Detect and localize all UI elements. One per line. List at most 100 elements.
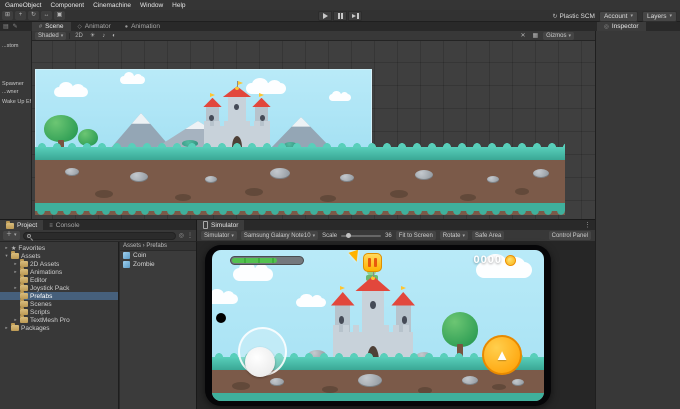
castle-roof — [222, 86, 252, 98]
plastic-scm-button[interactable]: ↻ Plastic SCM — [553, 13, 595, 20]
rotate-dropdown[interactable]: Rotate ▾ — [439, 231, 468, 240]
foldout-arrow-icon[interactable] — [13, 285, 18, 291]
scale-tool-icon[interactable]: ↔ — [41, 11, 52, 20]
menu-component[interactable]: Component — [51, 2, 85, 9]
more-icon[interactable]: ⋮ — [187, 232, 193, 239]
pause-game-button[interactable] — [363, 253, 382, 272]
dock-tab-row: ▤ ✎ # Scene ◇ Animator ● Animation ◎ Inspect… — [0, 22, 680, 31]
close-icon[interactable]: ✕ — [518, 32, 527, 40]
project-toolbar: ＋ ▾ ◎ ⋮ — [0, 230, 196, 242]
chevron-down-icon: ▾ — [14, 232, 17, 238]
tab-scene[interactable]: # Scene — [32, 22, 71, 31]
rect-tool-icon[interactable]: ▣ — [54, 11, 65, 20]
menu-gameobject[interactable]: GameObject — [5, 2, 42, 9]
slider-thumb[interactable] — [346, 232, 352, 238]
pause-button[interactable] — [333, 11, 347, 21]
device-frame: 0000 ▲ — [205, 245, 551, 406]
folder-icon — [6, 220, 14, 229]
project-folder-tree: ★ Favorites Assets 2D Assets Animations … — [0, 242, 118, 409]
gizmos-dropdown[interactable]: Gizmos ▾ — [543, 31, 574, 40]
foldout-arrow-icon[interactable] — [4, 325, 9, 331]
tree-row-textmesh-pro[interactable]: TextMesh Pro — [0, 315, 118, 324]
shading-mode-dropdown[interactable]: Shaded ▾ — [35, 31, 67, 40]
castle — [203, 80, 271, 149]
foldout-arrow-icon[interactable] — [4, 245, 9, 251]
asset-row-zombie[interactable]: Zombie — [120, 260, 196, 269]
tab-animator[interactable]: ◇ Animator — [71, 22, 118, 31]
step-icon — [351, 14, 356, 18]
tree-row-animations[interactable]: Animations — [0, 267, 118, 276]
create-asset-dropdown[interactable]: ＋ ▾ — [3, 231, 20, 240]
step-button[interactable] — [348, 11, 362, 21]
audio-toggle-icon[interactable]: ♪ — [100, 32, 107, 40]
tree-row-prefabs[interactable]: Prefabs — [0, 291, 118, 300]
tree-row-assets[interactable]: Assets — [0, 251, 118, 260]
rotate-tool-icon[interactable]: ↻ — [28, 11, 39, 20]
joystick-knob[interactable] — [245, 347, 275, 377]
account-dropdown[interactable]: Account ▾ — [598, 10, 638, 22]
camera-punch-hole — [216, 313, 226, 323]
menu-window[interactable]: Window — [140, 2, 163, 9]
view-mode-dropdown[interactable]: Simulator ▾ — [201, 231, 237, 240]
hierarchy-item[interactable]: Spawner — [2, 81, 24, 87]
lighting-toggle-icon[interactable]: ☀ — [88, 32, 97, 40]
edit-icon[interactable]: ✎ — [13, 23, 18, 30]
grid-snap-icon[interactable]: ⊞ — [2, 11, 13, 20]
menu-cinemachine[interactable]: Cinemachine — [93, 2, 131, 9]
inspector-icon: ◎ — [604, 23, 609, 30]
hierarchy-item[interactable]: ...stom — [2, 43, 19, 49]
menu-help[interactable]: Help — [172, 2, 185, 9]
camera-icon[interactable]: ▦ — [530, 32, 540, 40]
scene-icon: # — [39, 23, 43, 30]
hierarchy-item[interactable]: Wake Up Effect — [2, 99, 31, 105]
foldout-arrow-icon[interactable] — [13, 261, 18, 267]
play-button[interactable] — [318, 11, 332, 21]
grass-drip — [212, 393, 544, 401]
castle-roof — [331, 292, 355, 306]
layers-dropdown[interactable]: Layers ▾ — [641, 10, 677, 22]
2d-toggle[interactable]: 2D — [73, 32, 85, 40]
asset-row-coin[interactable]: Coin — [120, 251, 196, 260]
playmode-controls — [318, 11, 362, 21]
device-screen[interactable]: 0000 ▲ — [212, 250, 544, 401]
tab-inspector[interactable]: ◎ Inspector — [597, 22, 646, 31]
hierarchy-item[interactable]: ...wner — [2, 89, 19, 95]
scale-slider[interactable] — [341, 232, 382, 238]
scene-dock-tabs: # Scene ◇ Animator ● Animation — [32, 22, 167, 31]
cloud — [329, 90, 351, 101]
scale-label: Scale — [322, 232, 338, 239]
tree-row-joystick-pack[interactable]: Joystick Pack — [0, 283, 118, 292]
control-panel-button[interactable]: Control Panel — [548, 231, 591, 240]
simulator-toolbar: Simulator ▾ Samsung Galaxy Note10 ▾ Scale … — [196, 230, 595, 242]
castle-flag — [237, 80, 243, 85]
search-input[interactable] — [32, 232, 172, 239]
move-tool-icon[interactable]: + — [15, 11, 26, 20]
project-search — [22, 231, 176, 240]
tree-row-scripts[interactable]: Scripts — [0, 307, 118, 316]
tree-row-2d-assets[interactable]: 2D Assets — [0, 259, 118, 268]
tree-row-packages[interactable]: Packages — [0, 323, 118, 332]
list-icon[interactable]: ▤ — [3, 23, 9, 30]
scene-view-toolbar: Shaded ▾ 2D ☀ ♪ ◐ ✕ ▦ Gizmos ▾ — [32, 31, 595, 41]
foldout-arrow-icon[interactable] — [4, 253, 9, 259]
tree-row-scenes[interactable]: Scenes — [0, 299, 118, 308]
device-dropdown[interactable]: Samsung Galaxy Note10 ▾ — [240, 231, 319, 240]
fit-to-screen-button[interactable]: Fit to Screen — [395, 231, 436, 240]
chevron-down-icon: ▾ — [462, 232, 465, 239]
cloud — [54, 82, 88, 97]
transform-tools: ⊞ + ↻ ↔ ▣ — [2, 11, 65, 20]
jump-button[interactable]: ▲ — [482, 335, 522, 375]
more-icon[interactable]: ⋮ — [580, 221, 595, 229]
tree-row-favorites[interactable]: ★ Favorites — [0, 244, 118, 252]
tab-animation[interactable]: ● Animation — [118, 22, 167, 31]
tree-row-editor[interactable]: Editor — [0, 275, 118, 284]
safe-area-toggle[interactable]: Safe Area — [472, 231, 505, 240]
visibility-icon[interactable]: ◎ — [179, 232, 184, 239]
scene-view-canvas[interactable] — [32, 41, 595, 219]
effects-toggle-icon[interactable]: ◐ — [110, 32, 118, 40]
tab-simulator[interactable]: Simulator — [197, 219, 245, 231]
grass-strip — [35, 142, 565, 160]
inspector-panel — [595, 31, 680, 409]
foldout-arrow-icon[interactable] — [13, 269, 18, 275]
castle-roof — [251, 97, 271, 108]
